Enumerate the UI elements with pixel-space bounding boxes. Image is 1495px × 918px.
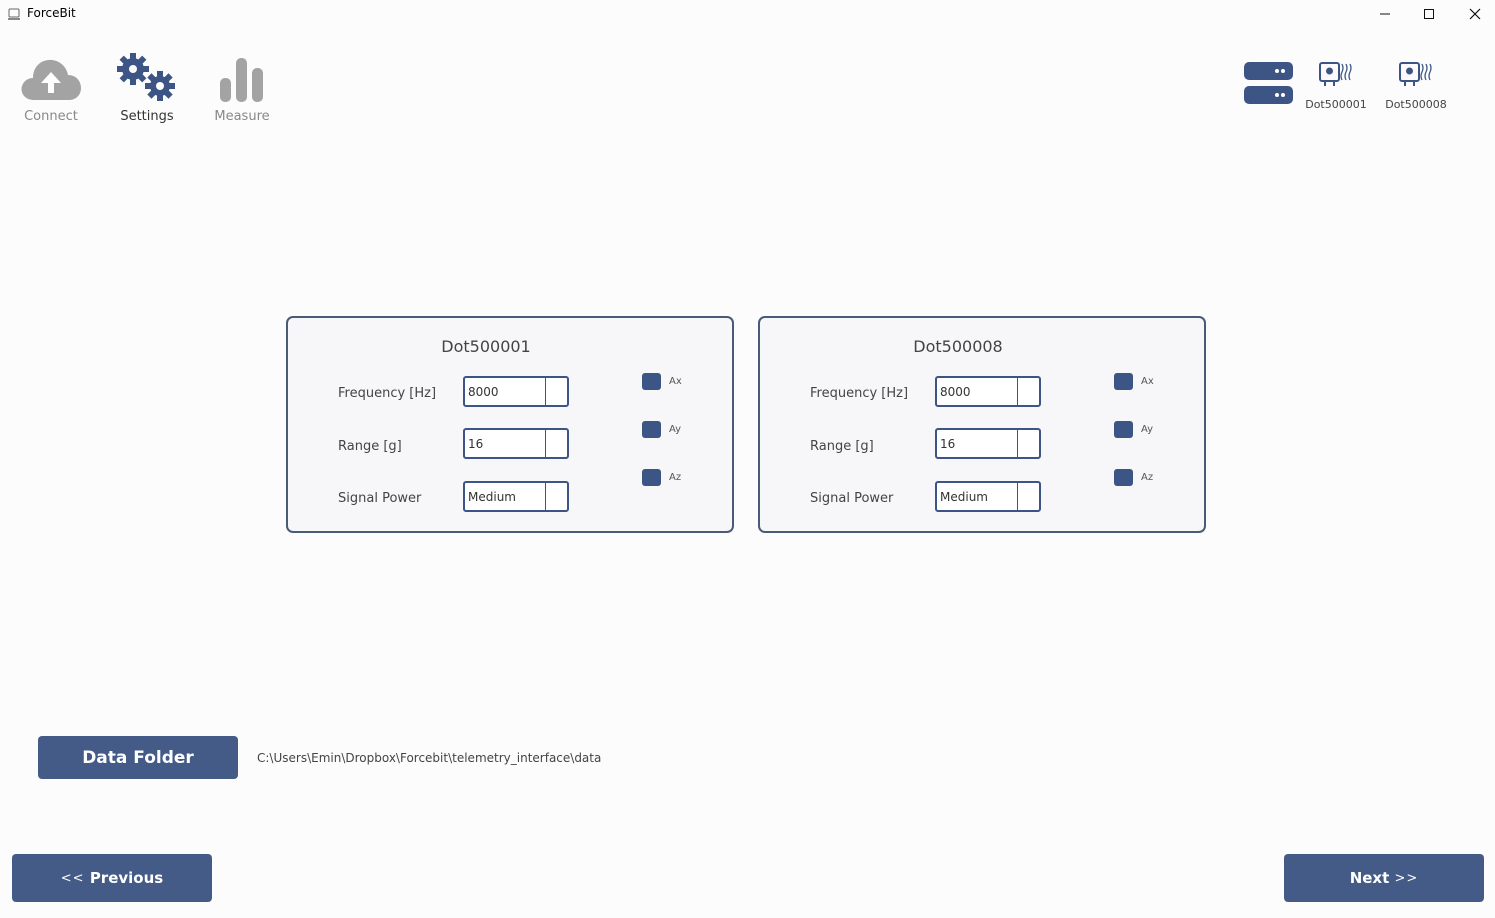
checkbox-ax[interactable] bbox=[642, 373, 661, 390]
checkbox-ax-label: Ax bbox=[1141, 376, 1154, 387]
minimize-icon bbox=[1380, 13, 1390, 15]
checkbox-az[interactable] bbox=[642, 469, 661, 486]
frequency-label: Frequency [Hz] bbox=[810, 386, 909, 401]
range-dropdown[interactable]: 16 bbox=[463, 428, 569, 459]
dropdown-divider bbox=[1017, 483, 1018, 510]
checkbox-ay[interactable] bbox=[1114, 421, 1133, 438]
frequency-value: 8000 bbox=[468, 385, 499, 399]
frequency-label: Frequency [Hz] bbox=[338, 386, 437, 401]
checkbox-ay-label: Ay bbox=[669, 424, 682, 435]
bar-chart-icon bbox=[220, 58, 263, 102]
maximize-button[interactable] bbox=[1406, 0, 1452, 28]
signal-power-label: Signal Power bbox=[338, 491, 422, 506]
device-name: Dot500001 bbox=[1305, 98, 1367, 111]
frequency-value: 8000 bbox=[940, 385, 971, 399]
dropdown-divider bbox=[545, 378, 546, 405]
gears-icon bbox=[117, 53, 175, 101]
minimize-button[interactable] bbox=[1362, 0, 1408, 28]
range-label: Range [g] bbox=[810, 439, 874, 454]
window-title: ForceBit bbox=[27, 6, 76, 20]
range-value: 16 bbox=[468, 437, 484, 451]
dropdown-divider bbox=[1017, 430, 1018, 457]
previous-label: Previous bbox=[89, 869, 164, 887]
dropdown-divider bbox=[545, 483, 546, 510]
signal-power-value: Medium bbox=[940, 490, 988, 504]
panel-title: Dot500008 bbox=[913, 337, 1003, 356]
checkbox-ay[interactable] bbox=[642, 421, 661, 438]
range-dropdown[interactable]: 16 bbox=[935, 428, 1041, 459]
range-value: 16 bbox=[940, 437, 956, 451]
checkbox-az-label: Az bbox=[1141, 472, 1154, 483]
frequency-dropdown[interactable]: 8000 bbox=[935, 376, 1041, 407]
next-button[interactable]: Next >> bbox=[1284, 854, 1484, 902]
measure-label: Measure bbox=[214, 109, 270, 124]
checkbox-ax[interactable] bbox=[1114, 373, 1133, 390]
app-icon bbox=[7, 6, 21, 20]
data-folder-button[interactable]: Data Folder bbox=[38, 736, 238, 779]
device-name: Dot500008 bbox=[1385, 98, 1447, 111]
signal-power-label: Signal Power bbox=[810, 491, 894, 506]
signal-power-value: Medium bbox=[468, 490, 516, 504]
sensor-device-icon bbox=[1319, 62, 1352, 86]
connect-label: Connect bbox=[24, 109, 78, 124]
measure-tool-button[interactable]: Measure bbox=[202, 44, 282, 124]
previous-button[interactable]: << Previous bbox=[12, 854, 212, 902]
signal-power-dropdown[interactable]: Medium bbox=[463, 481, 569, 512]
checkbox-az-label: Az bbox=[669, 472, 682, 483]
data-folder-path: C:\Users\Emin\Dropbox\Forcebit\telemetry… bbox=[257, 751, 602, 765]
title-bar: ForceBit bbox=[0, 0, 1495, 28]
panel-title: Dot500001 bbox=[441, 337, 531, 356]
checkbox-ax-label: Ax bbox=[669, 376, 682, 387]
checkbox-az[interactable] bbox=[1114, 469, 1133, 486]
device-settings-panel-dot500008: Dot500008 Frequency [Hz] 8000 Range [g] … bbox=[758, 316, 1206, 533]
checkbox-ay-label: Ay bbox=[1141, 424, 1154, 435]
settings-label: Settings bbox=[120, 109, 174, 124]
range-label: Range [g] bbox=[338, 439, 402, 454]
previous-arrows: << bbox=[60, 870, 85, 886]
maximize-icon bbox=[1424, 9, 1434, 19]
sensor-device-icon bbox=[1399, 62, 1432, 86]
frequency-dropdown[interactable]: 8000 bbox=[463, 376, 569, 407]
next-arrows: >> bbox=[1394, 870, 1419, 886]
signal-power-dropdown[interactable]: Medium bbox=[935, 481, 1041, 512]
connect-tool-button[interactable]: Connect bbox=[11, 44, 91, 124]
dropdown-divider bbox=[1017, 378, 1018, 405]
close-button[interactable] bbox=[1452, 0, 1495, 28]
dropdown-divider bbox=[545, 430, 546, 457]
device-dot500008[interactable]: Dot500008 bbox=[1376, 60, 1456, 111]
server-icon bbox=[1244, 61, 1294, 105]
cloud-upload-icon bbox=[21, 59, 81, 100]
device-settings-panel-dot500001: Dot500001 Frequency [Hz] 8000 Range [g] … bbox=[286, 316, 734, 533]
settings-tool-button[interactable]: Settings bbox=[107, 44, 187, 124]
device-dot500001[interactable]: Dot500001 bbox=[1296, 60, 1376, 111]
close-icon bbox=[1469, 8, 1481, 20]
next-label: Next bbox=[1349, 869, 1390, 887]
